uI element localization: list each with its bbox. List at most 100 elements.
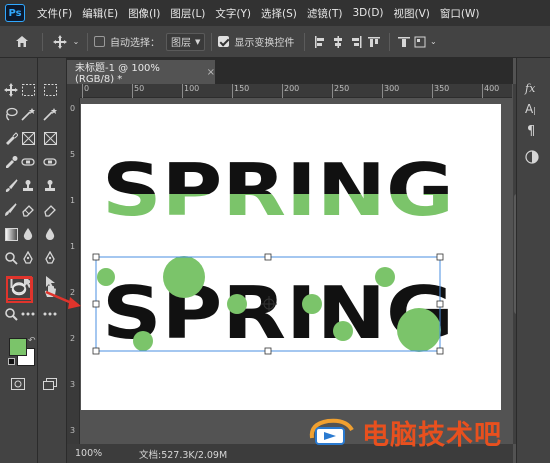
photoshop-logo: Ps [5,4,25,22]
history-brush-icon[interactable] [3,202,19,218]
frame-tool-icon[interactable] [20,130,36,146]
document-canvas[interactable]: SPRING SPRING SPRING [81,104,501,410]
green-dot [375,267,395,287]
menu-view[interactable]: 视图(V) [390,6,436,21]
home-icon[interactable] [8,35,36,48]
ruler-label: 5 [70,150,76,159]
menu-edit[interactable]: 编辑(E) [78,6,124,21]
align-right-icon[interactable] [347,35,365,48]
gradient-tool-icon[interactable] [3,226,19,242]
pen-tool-icon[interactable] [20,250,36,266]
watermark: 电脑技术吧 [306,412,502,452]
lasso-tool-icon[interactable] [3,106,19,122]
ruler-tick [332,84,333,98]
watermark-text: 电脑技术吧 [362,419,502,451]
document-tab-bar: 未标题-1 @ 100%(RGB/8) * × [67,58,513,85]
screen-mode-icon[interactable] [42,376,58,392]
ruler-label: 1 [70,196,76,205]
frame-tool-icon[interactable] [42,130,58,146]
eraser-icon[interactable] [20,202,36,218]
magic-wand-icon[interactable] [42,106,58,122]
distribute-icon[interactable] [396,36,412,48]
more-tools-icon[interactable] [20,306,36,322]
healing-brush-icon[interactable] [20,154,36,170]
document-tab[interactable]: 未标题-1 @ 100%(RGB/8) * × [67,60,215,85]
eraser-icon[interactable] [42,202,58,218]
clone-stamp-icon[interactable] [20,178,36,194]
paragraph-panel-icon[interactable]: ¶ [527,124,535,139]
green-dot [333,321,353,341]
ruler-label: 2 [70,334,76,343]
ruler-label: 0 [84,84,90,93]
more-align-icon[interactable] [412,36,428,48]
artwork: SPRING SPRING SPRING [92,148,454,355]
fx-icon[interactable]: fx [525,82,535,95]
adjustments-icon[interactable] [525,150,539,167]
marquee-tool-icon[interactable] [42,82,58,98]
character-panel-icon[interactable]: A| [525,102,536,116]
options-bar: ⌄ 自动选择： 图层 ▼ 显示变换控件 ⌄ [0,26,550,58]
ruler-tick [182,84,183,98]
chevron-down-icon[interactable]: ⌄ [428,37,438,46]
menu-filter[interactable]: 滤镜(T) [303,6,349,21]
menu-3d[interactable]: 3D(D) [348,7,389,19]
swap-colors-icon[interactable]: ↶ [28,336,36,346]
chevron-down-icon[interactable]: ⌄ [71,37,81,46]
menu-select[interactable]: 选择(S) [257,6,303,21]
show-transform-label: 显示变换控件 [234,38,295,49]
marquee-tool-icon[interactable] [20,82,36,98]
ellipse-tool-icon[interactable] [11,283,27,299]
pen-tool-icon[interactable] [42,250,58,266]
zoom-level[interactable]: 100% [75,448,139,459]
tools-panel-extension [38,58,67,463]
ruler-label: 150 [234,84,250,93]
clone-stamp-icon[interactable] [42,178,58,194]
move-tool-icon[interactable] [49,34,71,49]
align-left-icon[interactable] [311,35,329,48]
auto-select-dropdown[interactable]: 图层 ▼ [166,32,206,51]
menu-bar: Ps 文件(F) 编辑(E) 图像(I) 图层(L) 文字(Y) 选择(S) 滤… [0,0,550,26]
brush-tool-icon[interactable] [3,178,19,194]
document-info[interactable]: 文档:527.3K/2.09M [139,447,227,461]
ruler-tick [382,84,383,98]
divider [211,32,213,51]
horizontal-ruler: 0 50 100 150 200 250 300 350 400 [80,84,512,98]
menu-type[interactable]: 文字(Y) [211,6,257,21]
auto-select-label: 自动选择： [110,38,160,49]
blur-tool-icon[interactable] [42,226,58,242]
ruler-tick [82,84,83,98]
ruler-tick [132,84,133,98]
magic-wand-icon[interactable] [20,106,36,122]
menu-file[interactable]: 文件(F) [33,6,78,21]
menu-window[interactable]: 窗口(W) [436,6,486,21]
ruler-tick [432,84,433,98]
watermark-logo-icon [309,418,354,445]
align-center-icon[interactable] [329,35,347,48]
eyedropper-icon[interactable] [3,154,19,170]
align-top-icon[interactable] [365,36,383,48]
menu-layer[interactable]: 图层(L) [166,6,211,21]
quick-mask-icon[interactable] [10,376,26,392]
zoom-tool-icon[interactable] [3,306,19,322]
ruler-label: 1 [70,242,76,251]
auto-select-checkbox[interactable] [94,36,105,47]
foreground-color-swatch[interactable] [9,338,27,356]
menu-image[interactable]: 图像(I) [124,6,166,21]
blur-tool-icon[interactable] [20,226,36,242]
tools-panel: ↶ [0,58,53,463]
ruler-label: 0 [70,104,76,113]
ruler-label: 350 [434,84,450,93]
move-tool-icon[interactable] [3,82,19,98]
dodge-tool-icon[interactable] [3,250,19,266]
ruler-corner [67,84,80,98]
show-transform-checkbox[interactable] [218,36,230,47]
ruler-tick [232,84,233,98]
close-icon[interactable]: × [207,67,215,78]
ruler-label: 400 [484,84,500,93]
pen-crop-icon[interactable] [3,130,19,146]
ruler-label: 300 [384,84,400,93]
healing-brush-icon[interactable] [42,154,58,170]
ruler-label: 100 [184,84,200,93]
ruler-label: 3 [70,380,76,389]
default-colors-icon[interactable] [8,358,15,365]
